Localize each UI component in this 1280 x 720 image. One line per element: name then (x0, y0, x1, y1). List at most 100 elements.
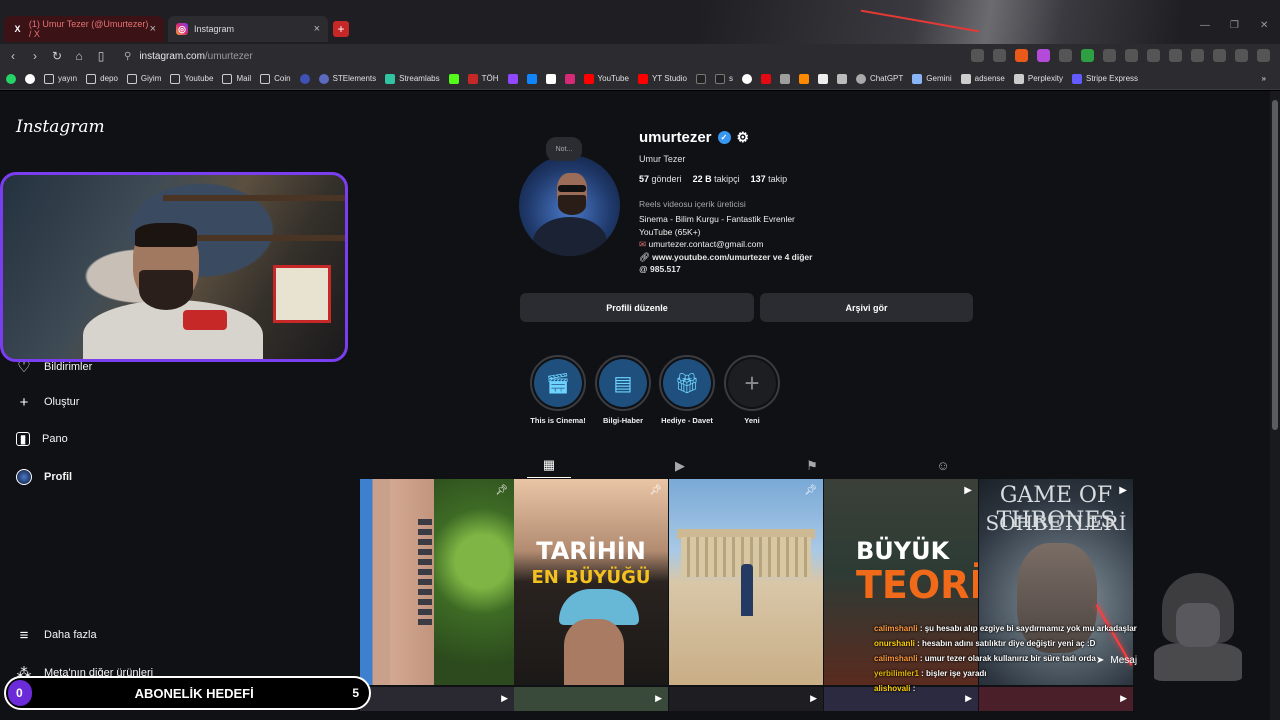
post-thumbnail[interactable]: TARİHİN EN BÜYÜĞÜ 📌︎ (514, 479, 668, 685)
sidebar-icon[interactable] (1169, 49, 1182, 62)
maximize-icon[interactable]: ❐ (1230, 20, 1239, 31)
bio-link[interactable]: www.youtube.com/umurtezer ve 4 diğer (652, 252, 812, 262)
bookmark-tiktok-s[interactable]: s (714, 73, 733, 84)
bookmark-perplexity[interactable]: Perplexity (1013, 73, 1063, 84)
forward-icon[interactable]: › (26, 49, 44, 63)
pin-icon: 📌︎ (495, 485, 508, 496)
cast-icon[interactable] (971, 49, 984, 62)
bookmark-chatgpt[interactable]: ChatGPT (855, 73, 903, 84)
highlight-item[interactable]: 🎁︎ Hediye - Davet (657, 355, 717, 425)
bookmark-icon[interactable]: ▯ (92, 49, 110, 63)
tab-posts[interactable]: ▦ (527, 453, 571, 478)
bookmark-streamlabs[interactable]: Streamlabs (385, 73, 440, 84)
folder-icon (170, 73, 181, 84)
tab-x[interactable]: X (1) Umur Tezer (@Umurtezer) / X × (4, 16, 164, 42)
bookmark-misc[interactable] (779, 73, 790, 84)
menu-icon[interactable] (1257, 49, 1270, 62)
bookmark-folder[interactable]: Giyim (126, 73, 161, 84)
close-icon[interactable]: × (314, 23, 320, 35)
bookmark-yt-studio[interactable]: YT Studio (637, 73, 687, 84)
bookmark-youtube[interactable]: YouTube (583, 73, 629, 84)
leo-icon[interactable] (1213, 49, 1226, 62)
tab-instagram[interactable]: ◎ Instagram × (168, 16, 328, 42)
bookmark-tiktok[interactable] (695, 73, 706, 84)
sidebar-item-label: Profil (44, 471, 73, 483)
chat-message: calimshanli : şu hesabı alıp ezgiye bi s… (874, 621, 1164, 636)
url-field[interactable]: ⚲ instagram.com/umurtezer (124, 51, 253, 62)
tab-saved[interactable]: ⚑ (790, 453, 834, 478)
post-thumbnail[interactable]: ▶ (514, 687, 668, 711)
post-thumbnail[interactable]: 📌︎ (360, 479, 514, 685)
extension-icon[interactable] (1103, 49, 1116, 62)
extension-icon[interactable] (1147, 49, 1160, 62)
vpn-icon[interactable] (1235, 49, 1248, 62)
extension-icon[interactable] (1059, 49, 1072, 62)
bookmark-folder[interactable]: depo (86, 73, 118, 84)
bookmark-folder[interactable]: Mail (222, 73, 251, 84)
sidebar-item-create[interactable]: + Oluştur (16, 394, 80, 411)
bookmark-bluesky[interactable] (526, 73, 537, 84)
highlight-item[interactable]: ▤ Bilgi-Haber (593, 355, 653, 425)
bookmark-adsense[interactable]: adsense (960, 73, 1005, 84)
bookmark-misc[interactable] (798, 73, 809, 84)
close-window-icon[interactable]: ✕ (1260, 20, 1268, 31)
tab-reels[interactable]: ▶ (658, 453, 702, 478)
post-thumbnail[interactable]: ▶ (669, 687, 823, 711)
wallet-icon[interactable] (1191, 49, 1204, 62)
view-archive-button[interactable]: Arşivi gör (760, 293, 973, 322)
bookmark-google[interactable] (25, 73, 35, 84)
bookmark-misc[interactable] (741, 73, 752, 84)
settings-gear-icon[interactable]: ⚙ (737, 129, 750, 146)
sidebar-item-dashboard[interactable]: ▮ Pano (16, 432, 68, 446)
bookmarks-bar: yayın depo Giyim Youtube Mail Coin STEle… (0, 68, 1280, 90)
puzzle-icon[interactable] (1125, 49, 1138, 62)
following-stat[interactable]: 137 takip (751, 174, 788, 184)
messages-button[interactable]: ➤ Mesaj (1096, 655, 1137, 666)
profile-avatar[interactable] (519, 155, 620, 256)
bookmark-folder[interactable]: Coin (260, 73, 291, 84)
tab-tagged[interactable]: ☺ (921, 453, 965, 478)
post-thumbnail[interactable]: ▶ (360, 687, 514, 711)
bookmark-gemini[interactable]: Gemini (912, 73, 952, 84)
followers-stat[interactable]: 22 B takipçi (693, 174, 740, 184)
bookmark-stelements[interactable]: STElements (318, 73, 376, 84)
brave-shield-icon[interactable] (1015, 49, 1028, 62)
bookmark-x[interactable] (545, 73, 556, 84)
threads-handle[interactable]: 985.517 (650, 264, 681, 274)
bookmark-r[interactable] (299, 73, 310, 84)
bookmark-misc[interactable] (836, 73, 847, 84)
note-bubble[interactable]: Not... (546, 137, 582, 161)
close-icon[interactable]: × (150, 23, 156, 35)
reload-icon[interactable]: ↻ (48, 49, 66, 63)
bookmark-instagram[interactable] (564, 73, 575, 84)
bookmark-kick[interactable] (448, 73, 459, 84)
bookmark-twitch[interactable] (507, 73, 518, 84)
share-icon[interactable] (993, 49, 1006, 62)
bookmark-toh[interactable]: TÖH (467, 73, 499, 84)
rewards-icon[interactable] (1037, 49, 1050, 62)
instagram-logo[interactable]: Instagram (16, 117, 105, 137)
bookmark-stripe[interactable]: Stripe Express (1072, 73, 1138, 84)
bookmarks-overflow[interactable]: » (1262, 74, 1280, 83)
bookmark-folder[interactable]: Youtube (170, 73, 213, 84)
highlight-item[interactable]: 🎬︎ This is Cinema! (528, 355, 588, 425)
site-info-icon[interactable]: ⚲ (124, 51, 131, 62)
post-thumbnail[interactable]: 📌︎ (669, 479, 823, 685)
scrollbar-thumb[interactable] (1272, 100, 1278, 430)
sidebar-item-more[interactable]: ≡ Daha fazla (16, 627, 97, 644)
bio-link-row[interactable]: 🔗︎ www.youtube.com/umurtezer ve 4 diğer (639, 251, 812, 264)
edit-profile-button[interactable]: Profili düzenle (520, 293, 754, 322)
bookmark-whatsapp[interactable] (6, 73, 16, 84)
new-tab-button[interactable]: + (333, 21, 349, 37)
back-icon[interactable]: ‹ (4, 49, 22, 63)
home-icon[interactable]: ⌂ (70, 49, 88, 63)
bookmark-netflix[interactable] (760, 73, 771, 84)
threads-row[interactable]: @ 985.517 (639, 263, 812, 276)
highlight-new[interactable]: + Yeni (722, 355, 782, 425)
bookmark-misc[interactable] (817, 73, 828, 84)
minimize-icon[interactable]: — (1200, 20, 1210, 31)
sidebar-item-profile[interactable]: Profil (16, 469, 72, 485)
x-icon: X (14, 24, 21, 34)
bookmark-folder[interactable]: yayın (44, 73, 77, 84)
extension-icon[interactable] (1081, 49, 1094, 62)
